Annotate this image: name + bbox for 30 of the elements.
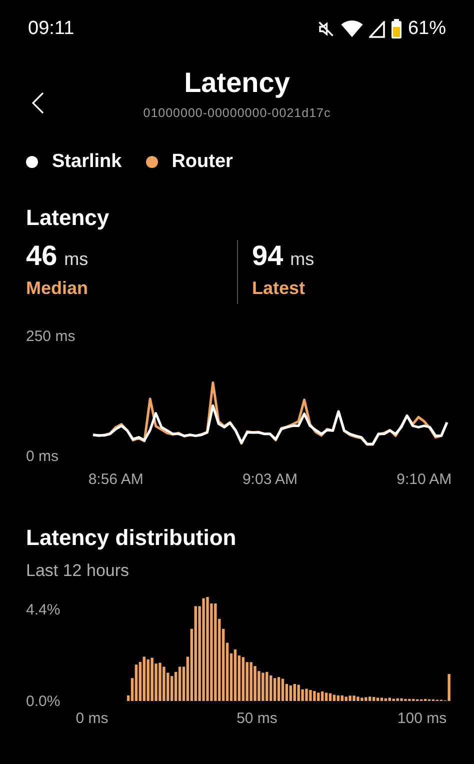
legend-label: Starlink: [52, 150, 122, 174]
battery-percent: 61%: [408, 16, 446, 41]
wifi-icon: [340, 20, 363, 38]
stat-label: Latest: [252, 277, 306, 300]
page-title: Latency: [184, 66, 290, 100]
section-title: Latency distribution: [26, 524, 238, 552]
axis-label: 8:56 AM: [88, 471, 144, 486]
clock: 09:11: [28, 16, 74, 41]
axis-label: 0 ms: [76, 710, 108, 726]
section-subtitle: Last 12 hours: [26, 560, 130, 582]
axis-label: 9:03 AM: [242, 471, 298, 486]
stat-unit: ms: [290, 248, 314, 271]
stat-value: 46: [26, 240, 58, 272]
axis-label: 9:10 AM: [396, 471, 452, 486]
signal-icon: [368, 20, 385, 38]
axis-label: 100 ms: [397, 710, 447, 726]
chevron-left-icon: [32, 92, 44, 114]
device-id: 01000000-00000000-0021d17c: [143, 104, 331, 122]
battery-icon: [390, 19, 402, 39]
axis-label: 4.4%: [26, 600, 60, 618]
section-title: Latency: [26, 204, 110, 232]
axis-label: 250 ms: [26, 328, 76, 345]
axis-label: 0.0%: [26, 692, 60, 710]
axis-label: 0 ms: [26, 448, 59, 465]
mute-icon: [316, 20, 335, 38]
stat-unit: ms: [64, 248, 88, 271]
stat-label: Median: [26, 277, 90, 300]
stat-value: 94: [252, 240, 284, 272]
axis-label: 50 ms: [236, 710, 278, 726]
legend-label: Router: [172, 150, 233, 174]
